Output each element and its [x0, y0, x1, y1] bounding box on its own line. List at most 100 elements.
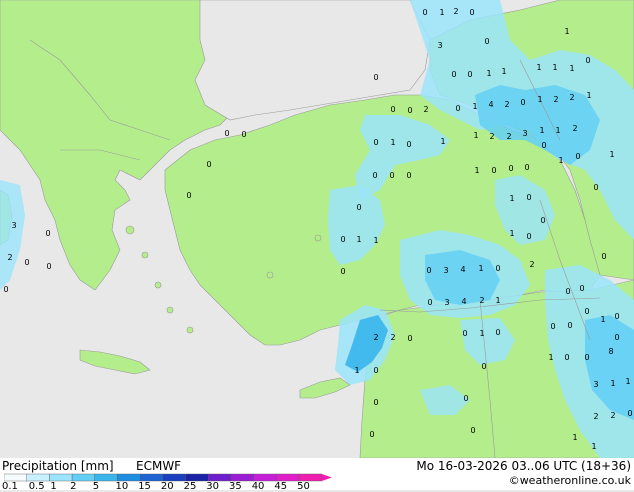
legend-arrow	[321, 474, 332, 481]
legend-tick-label: 35	[229, 481, 242, 492]
map-value-label: 1	[478, 264, 483, 273]
legend-tick-label: 45	[274, 481, 288, 492]
map-value-label: 0	[601, 252, 606, 261]
map-value-label: 3	[444, 298, 449, 307]
map-value-label: 0	[224, 129, 229, 138]
map-value-label: 1	[600, 315, 605, 324]
map-value-label: 0	[369, 430, 374, 439]
map-value-label: 0	[3, 285, 8, 294]
legend-swatch	[253, 473, 277, 482]
map-value-label: 2	[7, 253, 12, 262]
map-value-label: 1	[548, 353, 553, 362]
map-value-label: 1	[390, 138, 395, 147]
map-value-label: 1	[474, 166, 479, 175]
map-value-label: 1	[479, 329, 484, 338]
map-value-label: 4	[461, 297, 466, 306]
map-value-label: 1	[472, 102, 477, 111]
map-value-label: 0	[340, 267, 345, 276]
map-value-label: 1	[354, 366, 359, 375]
map-value-label: 2	[593, 412, 598, 421]
map-value-label: 1	[555, 126, 560, 135]
map-value-label: 1	[440, 137, 445, 146]
legend-tick-label: 30	[206, 481, 220, 492]
legend-swatch	[94, 473, 118, 482]
map-value-label: 0	[565, 287, 570, 296]
legend-tick-label: 0.5	[28, 481, 45, 492]
map-value-label: 0	[24, 258, 29, 267]
legend-tick-label: 10	[115, 481, 129, 492]
map-value-label: 0	[481, 362, 486, 371]
map-value-label: 0	[389, 171, 394, 180]
map-value-label: 0	[614, 333, 619, 342]
map-value-label: 1	[539, 126, 544, 135]
precipitation-map: 0 1 2 013 001 1 110 0 100 0 2 0 1 4 2 0 1 2 2 10 0 1 2 2 3 1 1 20 1 0…	[0, 0, 634, 458]
map-value-label: 0	[564, 353, 569, 362]
map-value-label: 0	[186, 191, 191, 200]
map-value-label: 0	[427, 298, 432, 307]
map-value-label: 0	[422, 8, 427, 17]
map-value-label: 1	[509, 229, 514, 238]
map-value-label: 1	[586, 91, 591, 100]
legend-swatch	[117, 473, 141, 482]
map-value-label: 0	[372, 171, 377, 180]
map-value-label: 2	[373, 333, 378, 342]
map-value-label: 0	[550, 322, 555, 331]
map-value-label: 0	[495, 328, 500, 337]
map-value-label: 0	[526, 193, 531, 202]
map-value-label: 0	[540, 216, 545, 225]
map-value-label: 8	[608, 347, 613, 356]
map-title: Precipitation [mm]	[2, 459, 114, 473]
map-value-label: 0	[520, 98, 525, 107]
map-value-label: 2	[610, 411, 615, 420]
map-value-label: 0	[584, 353, 589, 362]
land-island	[314, 234, 322, 242]
map-value-label: 1	[537, 95, 542, 104]
map-value-label: 2	[569, 93, 574, 102]
map-value-label: 1	[473, 131, 478, 140]
map-value-label: 0	[627, 409, 632, 418]
credit-link[interactable]: ©weatheronline.co.uk	[509, 474, 631, 487]
map-value-label: 1	[373, 236, 378, 245]
map-value-label: 3	[437, 41, 442, 50]
legend-swatch	[71, 473, 95, 482]
map-value-label: 0	[593, 183, 598, 192]
map-value-label: 2	[529, 260, 534, 269]
map-value-label: 0	[46, 262, 51, 271]
land-island	[154, 281, 162, 289]
map-value-label: 0	[426, 266, 431, 275]
map-value-label: 1	[558, 156, 563, 165]
map-value-label: 0	[407, 106, 412, 115]
map-value-label: 1	[509, 194, 514, 203]
map-value-label: 0	[508, 164, 513, 173]
legend-swatch	[139, 473, 164, 482]
model-name: ECMWF	[136, 459, 182, 473]
map-value-label: 1	[501, 67, 506, 76]
map-value-label: 0	[340, 235, 345, 244]
land-island	[266, 271, 274, 279]
legend-swatch	[162, 473, 186, 482]
map-value-label: 1	[552, 63, 557, 72]
legend-tick-label: 40	[251, 481, 265, 492]
map-value-label: 0	[567, 321, 572, 330]
map-value-label: 1	[610, 379, 615, 388]
land-island	[125, 225, 135, 235]
map-value-label: 0	[462, 329, 467, 338]
map-value-label: 1	[569, 64, 574, 73]
legend-tick-label: 1	[50, 481, 57, 492]
map-value-label: 0	[579, 284, 584, 293]
map-value-label: 0	[406, 140, 411, 149]
map-value-label: 0	[406, 171, 411, 180]
land-island	[166, 306, 174, 314]
map-value-label: 3	[443, 266, 448, 275]
map-value-label: 0	[373, 366, 378, 375]
land-island	[141, 251, 149, 259]
map-value-label: 2	[479, 296, 484, 305]
map-value-label: 0	[373, 398, 378, 407]
map-value-label: 1	[564, 27, 569, 36]
map-value-label: 3	[11, 221, 16, 230]
map-value-label: 1	[572, 433, 577, 442]
map-value-label: 0	[585, 56, 590, 65]
map-value-label: 2	[489, 132, 494, 141]
map-value-label: 0	[469, 8, 474, 17]
legend-swatch	[230, 473, 254, 482]
